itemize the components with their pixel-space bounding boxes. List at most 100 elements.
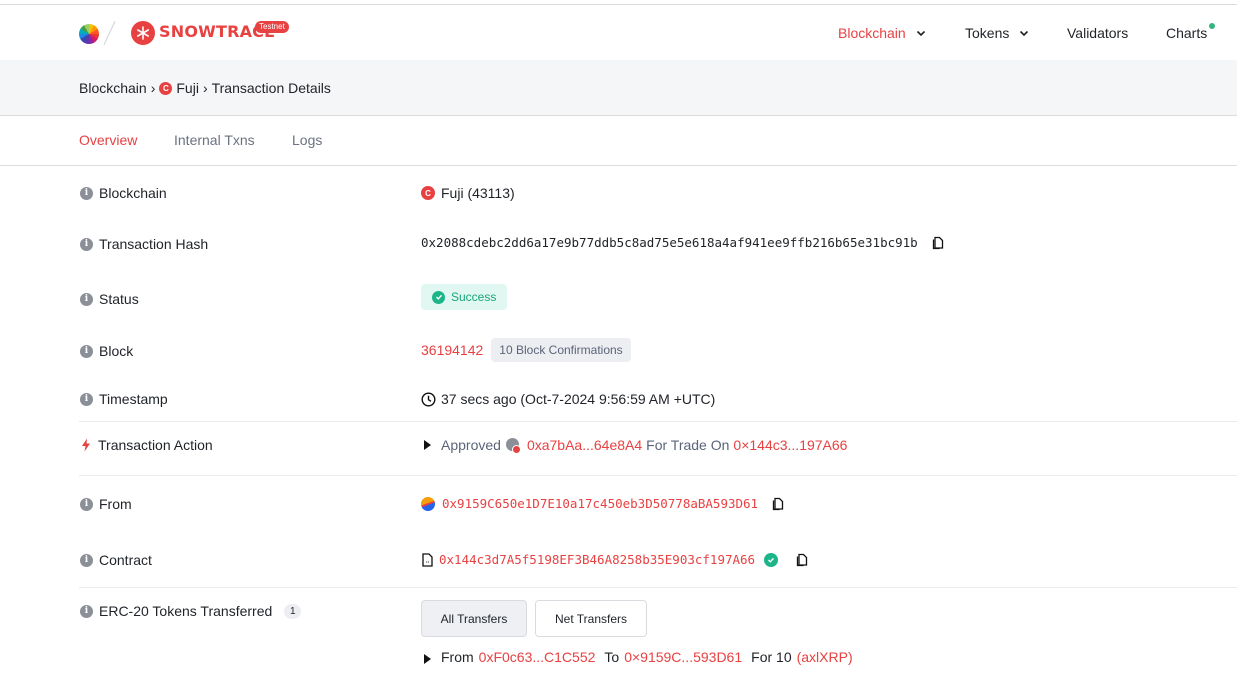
contract-file-icon: ‹› [422,552,433,567]
new-indicator-dot [1209,23,1216,29]
breadcrumb-fuji[interactable]: Fuji [176,80,199,96]
spender-link[interactable]: 0xa7bAa...64e8A4 [527,437,642,453]
status-label-text: Status [99,291,139,307]
check-circle-icon [432,290,445,304]
transfer-row: From 0xF0c63...C1C552 To 0×9159C...593D6… [421,649,853,665]
breadcrumb-current: Transaction Details [211,80,331,96]
copy-icon[interactable] [932,236,944,250]
erc20-label-text: ERC-20 Tokens Transferred [99,603,273,619]
action-verb: Approved [441,437,501,453]
transfer-token-link[interactable]: (axlXRP) [797,649,853,665]
verified-check-icon [764,552,779,567]
chevron-down-icon [916,30,925,37]
tx-hash-value: 0x2088cdebc2dd6a17e9b77ddb5c8ad75e5e618a… [421,235,944,250]
status-value: Success [421,284,508,310]
timestamp-text: 37 secs ago (Oct-7-2024 9:56:59 AM +UTC) [441,391,716,407]
transfer-amount: For 10 [751,649,792,665]
blockchain-value-text: Fuji (43113) [441,185,515,201]
erc20-label: i ERC-20 Tokens Transferred 1 [80,603,302,619]
tx-action-label-text: Transaction Action [98,437,213,453]
nav-charts[interactable]: Charts [1166,23,1216,41]
contract-label: i Contract [80,552,152,568]
info-icon[interactable]: i [80,553,93,567]
from-value: 0x9159C650e1D7E10a17c450eb3D50778aBA593D… [421,496,784,511]
blockchain-label: i Blockchain [80,185,167,201]
info-icon[interactable]: i [80,604,93,618]
tab-logs[interactable]: Logs [292,132,322,148]
block-label: i Block [80,343,133,359]
expand-caret-icon[interactable] [424,440,431,450]
timestamp-label: i Timestamp [80,391,168,407]
nav-tokens[interactable]: Tokens [965,25,1029,41]
expand-caret-icon[interactable] [424,654,431,664]
network-wheel-icon[interactable] [79,24,99,44]
token-icon [505,438,521,454]
timestamp-value: 37 secs ago (Oct-7-2024 9:56:59 AM +UTC) [421,391,715,407]
tx-hash-label-text: Transaction Hash [99,236,209,252]
blockchain-label-text: Blockchain [99,185,167,201]
action-middle-text: For Trade On [646,437,730,453]
trade-target-link[interactable]: 0×144c3...197A66 [733,437,847,453]
info-icon[interactable]: i [80,392,93,406]
timestamp-label-text: Timestamp [99,391,168,407]
nav-tokens-label: Tokens [965,25,1010,41]
breadcrumb-separator: › [202,80,208,96]
info-icon[interactable]: i [80,292,93,306]
block-number-link[interactable]: 36194142 [421,342,483,358]
tab-bar: Overview Internal Txns Logs [0,116,1237,166]
tx-action-label: Transaction Action [80,437,213,453]
chevron-down-icon [1020,30,1029,37]
info-icon[interactable]: i [80,186,93,200]
c-chain-icon: C [421,186,435,200]
lightning-icon [82,438,90,452]
nav-charts-label: Charts [1166,25,1208,41]
all-transfers-button[interactable]: All Transfers [421,600,527,637]
row-divider [79,475,1237,476]
breadcrumb: Blockchain › C Fuji › Transaction Detail… [79,80,331,96]
info-icon[interactable]: i [80,497,93,511]
row-divider [79,587,1237,588]
tab-overview[interactable]: Overview [79,132,137,148]
svg-text:‹›: ‹› [426,559,430,565]
transfer-to-link[interactable]: 0×9159C...593D61 [624,649,742,665]
breadcrumb-separator: › [150,80,156,96]
transfer-from-link[interactable]: 0xF0c63...C1C552 [479,649,596,665]
contract-label-text: Contract [99,552,152,568]
logo-divider [103,21,116,45]
info-icon[interactable]: i [80,344,93,358]
tab-internal-txns[interactable]: Internal Txns [174,132,255,148]
from-address-link[interactable]: 0x9159C650e1D7E10a17c450eb3D50778aBA593D… [442,496,758,511]
transfer-from-label: From [441,649,474,665]
row-divider [79,421,1237,422]
snowtrace-logo-icon[interactable] [131,21,155,45]
header: SNOWTRACE Testnet Blockchain Tokens Vali… [0,5,1237,60]
tx-action-value: Approved 0xa7bAa...64e8A4 For Trade On 0… [421,437,847,454]
tx-hash-label: i Transaction Hash [80,236,208,252]
contract-address-link[interactable]: 0x144c3d7A5f5198EF3B46A8258b35E903cf197A… [439,552,755,567]
blockchain-value: C Fuji (43113) [421,185,515,201]
breadcrumb-bar: Blockchain › C Fuji › Transaction Detail… [0,60,1237,116]
block-value: 36194142 10 Block Confirmations [421,338,631,362]
testnet-badge: Testnet [255,21,289,33]
copy-icon[interactable] [772,497,784,511]
status-label: i Status [80,291,139,307]
nav-validators-label: Validators [1067,25,1129,41]
copy-icon[interactable] [796,553,808,567]
nav-validators[interactable]: Validators [1067,25,1128,41]
from-label-text: From [99,496,132,512]
breadcrumb-blockchain[interactable]: Blockchain [79,80,147,96]
info-icon[interactable]: i [80,237,93,251]
transfer-to-label: To [604,649,620,665]
from-label: i From [80,496,132,512]
confirmations-badge: 10 Block Confirmations [491,338,631,362]
transfer-count-badge: 1 [284,603,302,619]
status-badge: Success [421,284,508,310]
tx-hash-text: 0x2088cdebc2dd6a17e9b77ddb5c8ad75e5e618a… [421,235,918,250]
address-avatar-icon [421,496,435,511]
clock-icon [421,391,436,407]
nav-blockchain[interactable]: Blockchain [838,25,926,41]
block-label-text: Block [99,343,134,359]
status-text: Success [451,290,497,304]
c-chain-icon: C [159,81,173,95]
net-transfers-button[interactable]: Net Transfers [535,600,647,637]
